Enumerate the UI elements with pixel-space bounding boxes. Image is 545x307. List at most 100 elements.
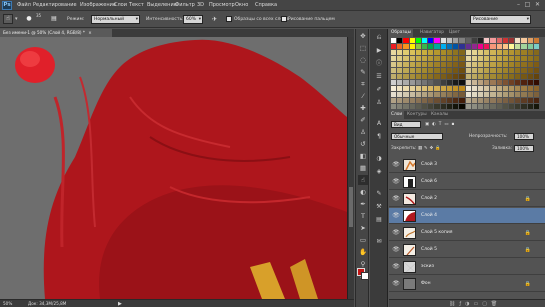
swatch-cell[interactable]	[496, 74, 502, 79]
layer-row[interactable]: 👁 Слой 5 копия 🔒	[389, 225, 545, 241]
swatch-cell[interactable]	[465, 80, 471, 85]
swatch-cell[interactable]	[477, 62, 484, 67]
swatch-cell[interactable]	[471, 56, 477, 61]
swatch-cell[interactable]	[484, 62, 490, 67]
swatch-cell[interactable]	[434, 50, 440, 55]
swatch-cell[interactable]	[527, 38, 533, 43]
swatch-cell[interactable]	[446, 80, 453, 85]
swatch-cell[interactable]	[422, 86, 428, 91]
swatch-cell[interactable]	[484, 74, 490, 79]
swatch-cell[interactable]	[446, 92, 453, 97]
swatch-cell[interactable]	[422, 74, 428, 79]
swatch-cell[interactable]	[502, 38, 508, 43]
swatch-cell[interactable]	[440, 80, 446, 85]
swatch-cell[interactable]	[409, 38, 415, 43]
menu-select[interactable]: Выделение	[147, 2, 177, 8]
swatch-cell[interactable]	[403, 62, 409, 67]
swatch-cell[interactable]	[502, 104, 508, 109]
swatch-cell[interactable]	[496, 80, 502, 85]
swatch-cell[interactable]	[515, 98, 521, 103]
swatch-cell[interactable]	[459, 68, 465, 73]
menu-3d[interactable]: 3D	[197, 2, 204, 8]
swatch-cell[interactable]	[508, 38, 515, 43]
swatch-cell[interactable]	[415, 80, 422, 85]
swatch-cell[interactable]	[490, 50, 496, 55]
swatch-cell[interactable]	[434, 56, 440, 61]
swatch-cell[interactable]	[459, 74, 465, 79]
layer-name[interactable]: Фон	[421, 281, 431, 286]
swatch-cell[interactable]	[409, 104, 415, 109]
swatch-cell[interactable]	[490, 56, 496, 61]
swatch-cell[interactable]	[422, 62, 428, 67]
swatch-cell[interactable]	[484, 86, 490, 91]
swatch-cell[interactable]	[415, 104, 422, 109]
swatch-cell[interactable]	[490, 98, 496, 103]
swatch-cell[interactable]	[453, 104, 459, 109]
smudge-tool-icon[interactable]: ☝	[3, 14, 13, 24]
swatch-cell[interactable]	[397, 98, 403, 103]
swatch-cell[interactable]	[397, 68, 403, 73]
swatch-cell[interactable]	[453, 50, 459, 55]
swatch-cell[interactable]	[446, 98, 453, 103]
swatch-cell[interactable]	[508, 74, 515, 79]
swatch-cell[interactable]	[453, 56, 459, 61]
lock-icons[interactable]: ▦✎✥🔒	[418, 146, 443, 151]
history-brush-tool-icon[interactable]: ↺	[358, 139, 368, 149]
swatch-cell[interactable]	[527, 44, 533, 49]
document-tab[interactable]: Без имени-1 @ 50% (Слой 4, RGB/8) * ×	[0, 29, 112, 37]
minimize-button[interactable]: –	[515, 2, 522, 8]
swatch-cell[interactable]	[484, 56, 490, 61]
swatch-cell[interactable]	[403, 86, 409, 91]
swatch-cell[interactable]	[508, 104, 515, 109]
swatch-cell[interactable]	[434, 86, 440, 91]
eyedropper-tool-icon[interactable]: ⁄	[358, 91, 368, 101]
pen-tool-icon[interactable]: ✒	[358, 199, 368, 209]
vertical-scroll-thumb[interactable]	[349, 187, 353, 227]
swatch-cell[interactable]	[533, 44, 539, 49]
status-menu-arrow-icon[interactable]: ▶	[118, 301, 122, 307]
close-button[interactable]: ✕	[534, 2, 541, 8]
swatch-cell[interactable]	[453, 38, 459, 43]
swatch-cell[interactable]	[533, 50, 539, 55]
layer-row[interactable]: 👁 эскиз	[389, 259, 545, 275]
swatch-cell[interactable]	[527, 92, 533, 97]
swatch-cell[interactable]	[490, 62, 496, 67]
swatch-cell[interactable]	[515, 68, 521, 73]
swatch-cell[interactable]	[527, 86, 533, 91]
swatch-cell[interactable]	[422, 98, 428, 103]
swatch-cell[interactable]	[440, 56, 446, 61]
swatch-cell[interactable]	[471, 68, 477, 73]
swatch-cell[interactable]	[403, 92, 409, 97]
swatch-cell[interactable]	[490, 86, 496, 91]
brush-panel-dock-icon[interactable]: ✎	[374, 189, 384, 199]
smudge-tool-icon-active[interactable]: ☝	[358, 175, 368, 185]
swatch-cell[interactable]	[527, 62, 533, 67]
swatch-cell[interactable]	[391, 92, 397, 97]
swatch-cell[interactable]	[533, 68, 539, 73]
character-panel-icon[interactable]: A	[374, 119, 384, 129]
swatch-cell[interactable]	[415, 62, 422, 67]
info-panel-icon[interactable]: ⓘ	[374, 59, 384, 69]
zoom-level[interactable]: 50%	[3, 301, 12, 306]
swatch-cell[interactable]	[403, 104, 409, 109]
swatch-cell[interactable]	[415, 56, 422, 61]
swatch-cell[interactable]	[428, 74, 434, 79]
background-color-swatch[interactable]	[361, 272, 369, 280]
swatch-cell[interactable]	[434, 80, 440, 85]
swatch-cell[interactable]	[428, 68, 434, 73]
swatch-cell[interactable]	[521, 44, 527, 49]
swatch-cell[interactable]	[533, 98, 539, 103]
swatch-cell[interactable]	[415, 86, 422, 91]
shape-tool-icon[interactable]: ▭	[358, 235, 368, 245]
swatch-cell[interactable]	[508, 62, 515, 67]
swatch-cell[interactable]	[527, 104, 533, 109]
swatch-cell[interactable]	[440, 68, 446, 73]
layer-name[interactable]: Слой 4	[421, 213, 437, 218]
swatch-cell[interactable]	[409, 86, 415, 91]
layer-row[interactable]: 👁 Слой 6	[389, 174, 545, 190]
swatch-cell[interactable]	[490, 44, 496, 49]
swatch-cell[interactable]	[391, 50, 397, 55]
tab-paths[interactable]: Контуры	[405, 111, 429, 119]
swatch-cell[interactable]	[465, 44, 471, 49]
clone-stamp-tool-icon[interactable]: ♙	[358, 127, 368, 137]
